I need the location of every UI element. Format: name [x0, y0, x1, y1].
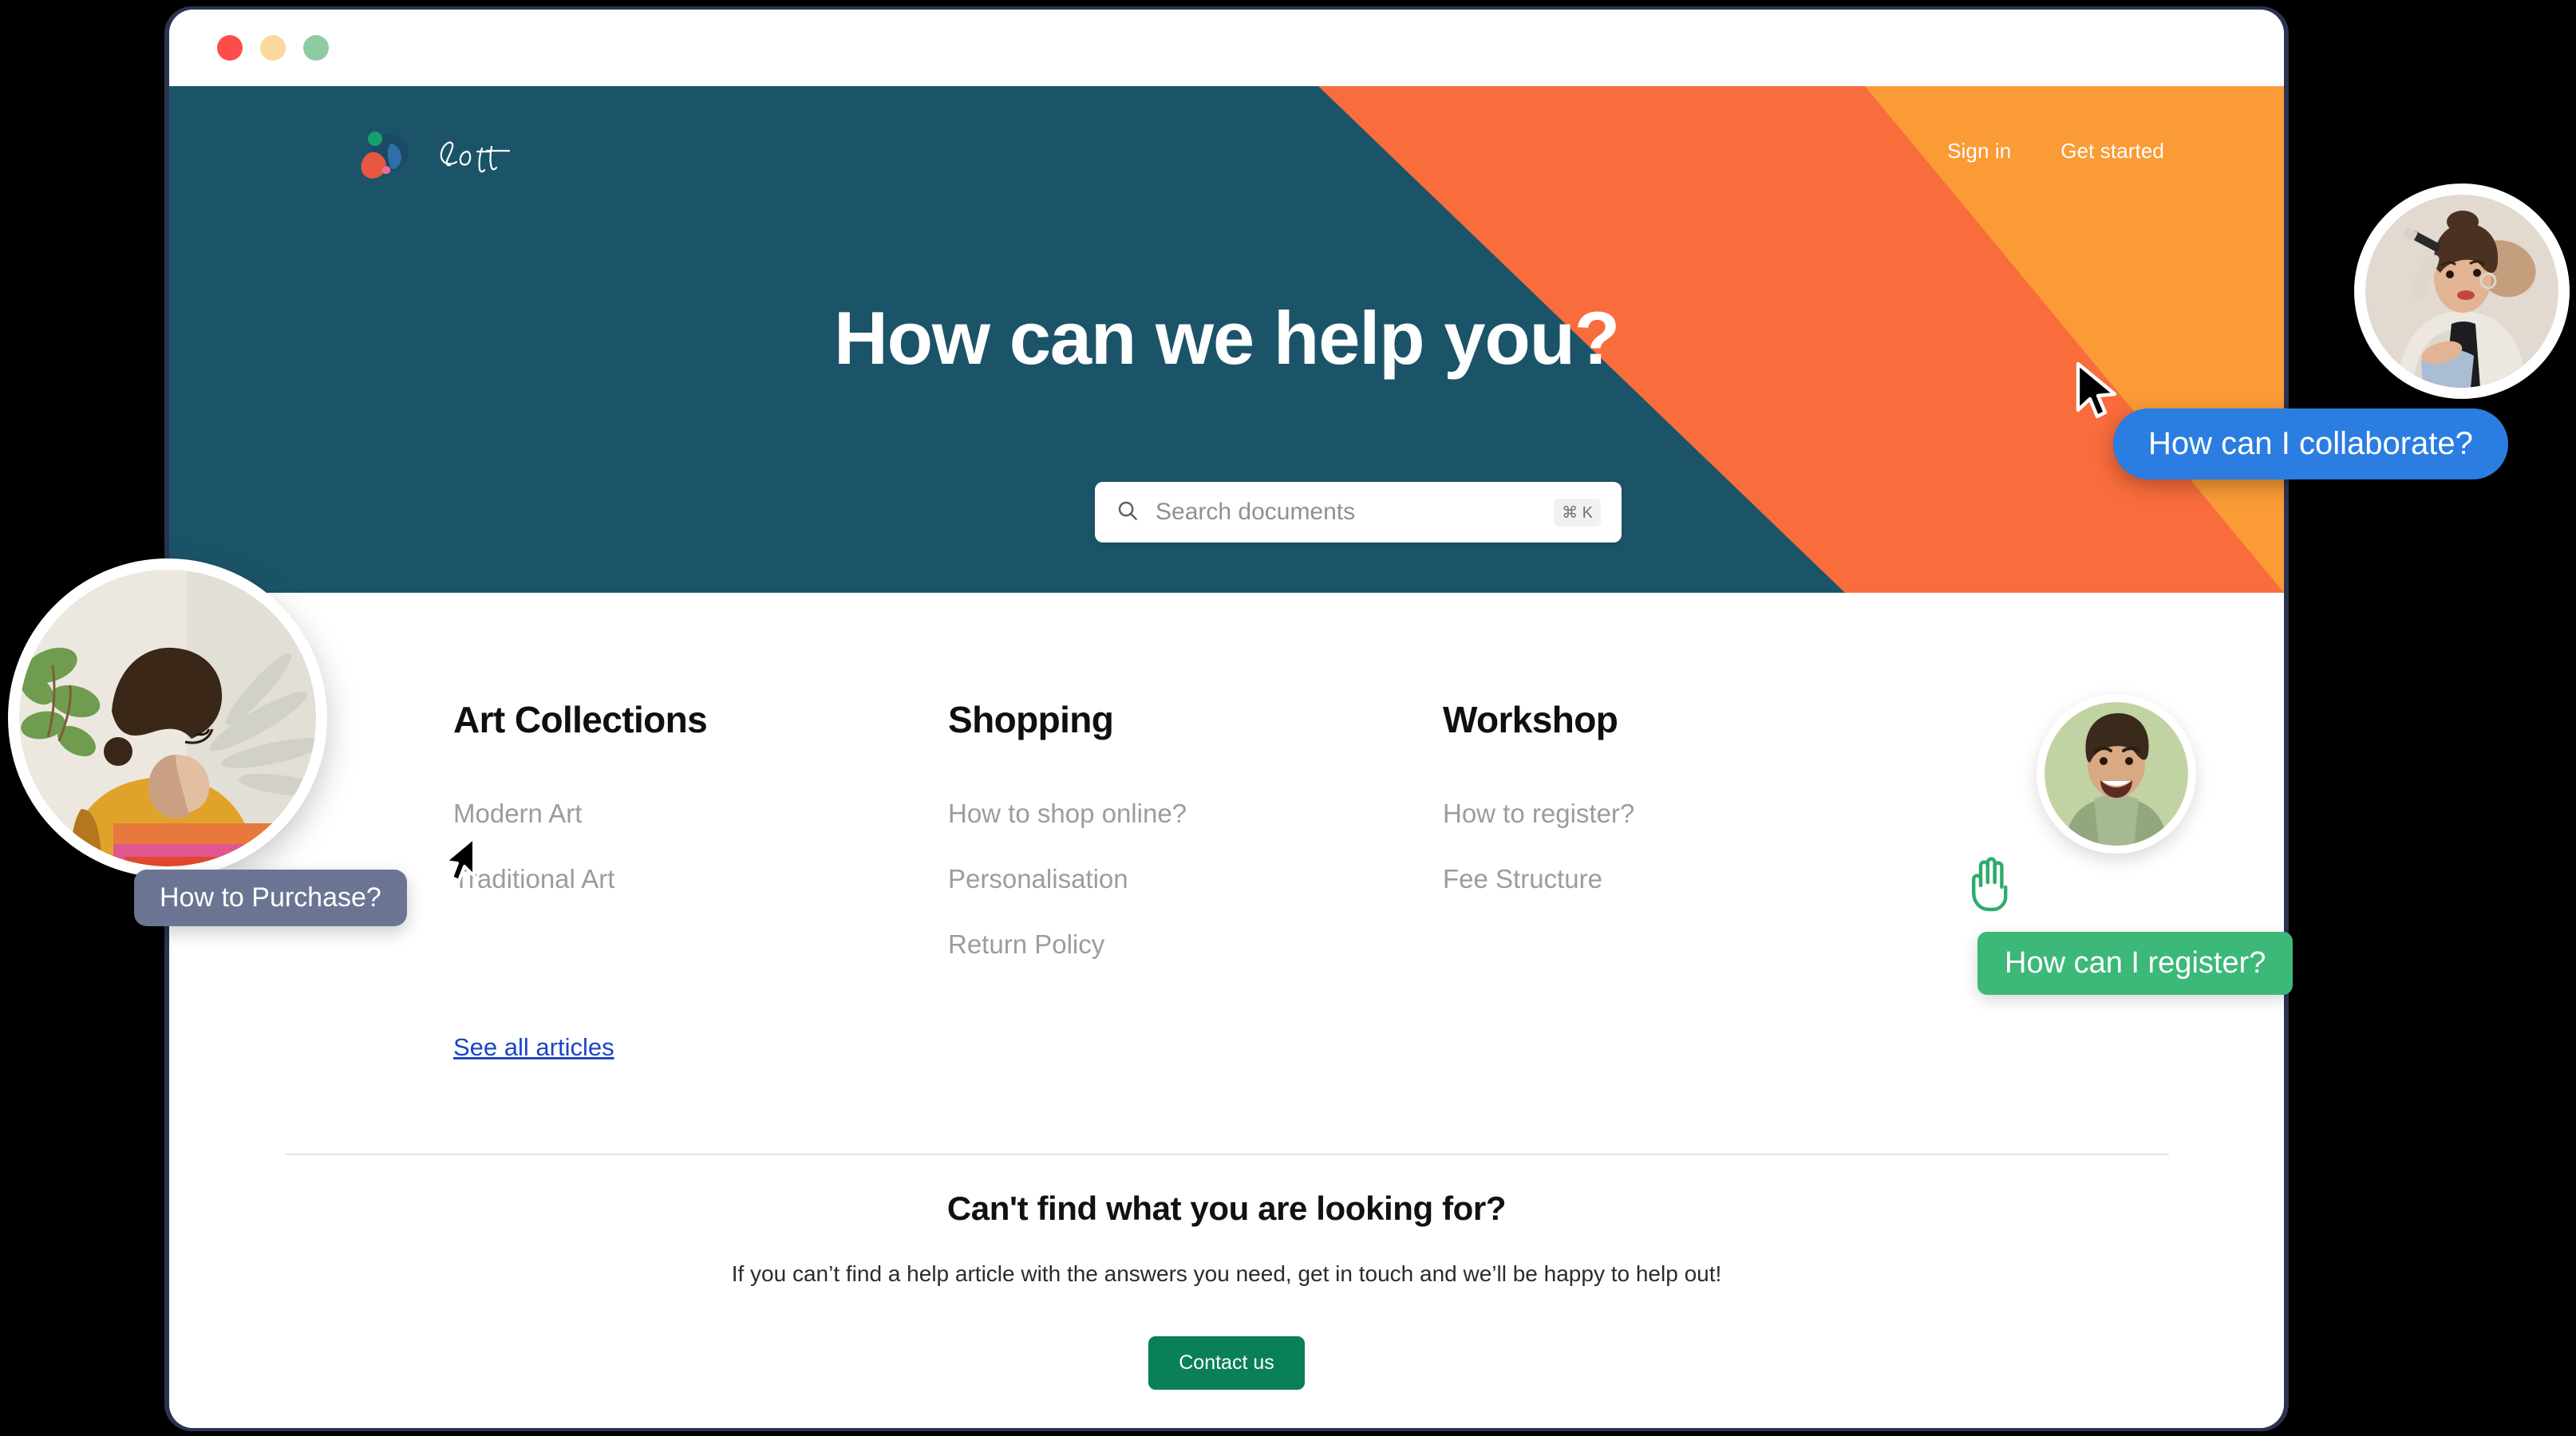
cta-description: If you can’t find a help article with th… — [731, 1261, 1722, 1286]
article-categories: Art Collections Modern Art Traditional A… — [453, 698, 2049, 995]
pointer-cursor-top-right — [2073, 361, 2121, 421]
bubble-register[interactable]: How can I register? — [1977, 932, 2294, 995]
avatar-image — [2045, 702, 2188, 846]
content-section: Art Collections Modern Art Traditional A… — [169, 593, 2284, 1428]
avatar-image — [19, 570, 316, 866]
sign-in-link[interactable]: Sign in — [1947, 139, 2011, 164]
pointer-cursor-left — [441, 834, 479, 882]
search-shortcut-badge: ⌘ K — [1554, 498, 1601, 527]
category-heading: Workshop — [1443, 699, 1618, 740]
article-link-modern-art[interactable]: Modern Art — [453, 799, 948, 829]
article-link-how-to-shop-online[interactable]: How to shop online? — [948, 799, 1443, 829]
bubble-collaborate[interactable]: How can I collaborate? — [2113, 408, 2508, 479]
avatar-woman-painter — [2354, 183, 2570, 399]
contact-cta: Can't find what you are looking for? If … — [169, 1189, 2284, 1390]
close-window-button[interactable] — [217, 35, 243, 61]
browser-window: Sign in Get started How can we help you?… — [169, 10, 2284, 1428]
search-input[interactable]: Search documents ⌘ K — [1095, 482, 1622, 542]
page-title: How can we help you? — [833, 296, 1620, 380]
brand[interactable] — [354, 128, 522, 188]
header-nav: Sign in Get started — [1947, 139, 2164, 164]
article-link-traditional-art[interactable]: Traditional Art — [453, 864, 948, 894]
abstract-blob-logo-icon — [354, 128, 415, 188]
see-all-articles-link[interactable]: See all articles — [453, 1033, 614, 1062]
article-link-personalisation[interactable]: Personalisation — [948, 864, 1443, 894]
category-heading: Art Collections — [453, 699, 708, 740]
article-link-how-to-register[interactable]: How to register? — [1443, 799, 1938, 829]
avatar-smiling-man — [2037, 694, 2196, 854]
hand-cursor-icon — [1963, 854, 2016, 913]
maximize-window-button[interactable] — [303, 35, 329, 61]
avatar-woman-sweater — [8, 558, 327, 878]
category-art-collections: Art Collections Modern Art Traditional A… — [453, 698, 948, 995]
search-icon — [1116, 499, 1140, 527]
page-root: Sign in Get started How can we help you?… — [0, 0, 2576, 1436]
section-divider — [286, 1154, 2169, 1155]
search-placeholder-text: Search documents — [1156, 499, 1356, 525]
get-started-link[interactable]: Get started — [2060, 139, 2164, 164]
minimize-window-button[interactable] — [260, 35, 286, 61]
category-heading: Shopping — [948, 699, 1114, 740]
category-shopping: Shopping How to shop online? Personalisa… — [948, 698, 1443, 995]
bubble-purchase[interactable]: How to Purchase? — [134, 870, 407, 926]
cta-heading: Can't find what you are looking for? — [946, 1189, 1507, 1227]
category-workshop: Workshop How to register? Fee Structure — [1443, 698, 1938, 995]
hero-section: Sign in Get started How can we help you?… — [169, 86, 2284, 593]
avatar-image — [2365, 195, 2558, 388]
brand-wordmark — [436, 134, 522, 183]
article-link-return-policy[interactable]: Return Policy — [948, 929, 1443, 960]
contact-us-button[interactable]: Contact us — [1148, 1336, 1305, 1390]
article-link-fee-structure[interactable]: Fee Structure — [1443, 864, 1938, 894]
window-titlebar — [169, 10, 2284, 86]
